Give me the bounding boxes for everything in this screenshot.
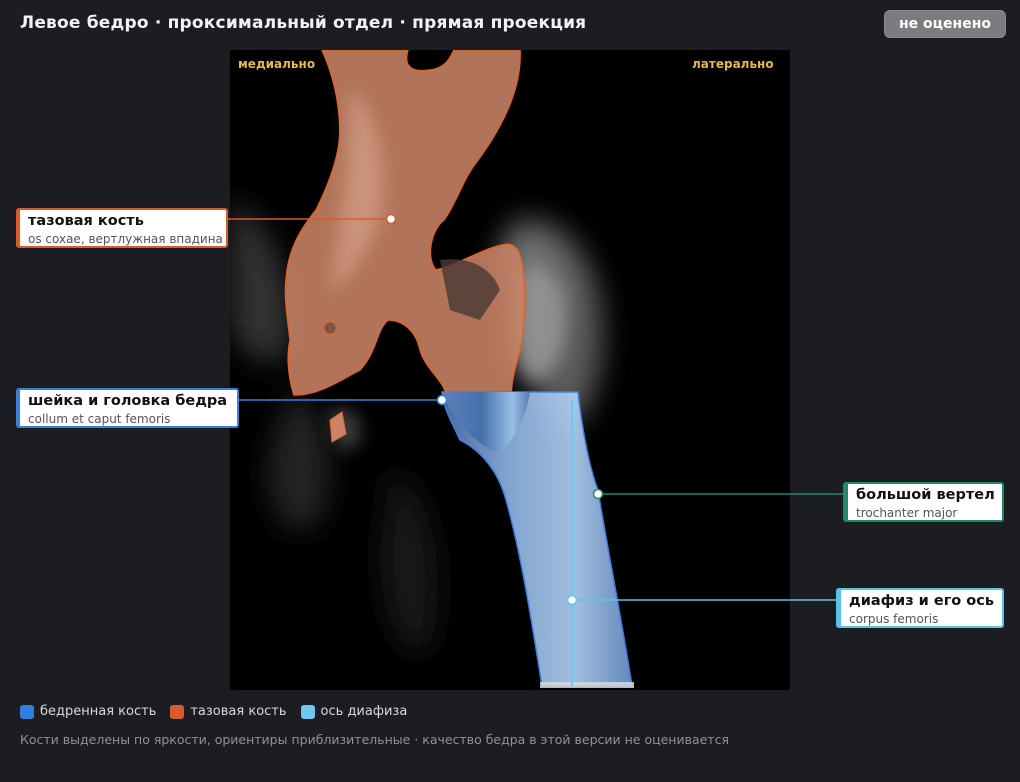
trochanter-landmark-point xyxy=(592,488,604,500)
callout-pelvis[interactable]: тазовая кость os coxae, вертлужная впади… xyxy=(16,208,228,248)
callout-neck-latin: collum et caput femoris xyxy=(28,412,171,426)
legend: бедренная кость тазовая кость ось диафиз… xyxy=(20,704,421,719)
callout-shaft-name: диафиз и его ось xyxy=(849,593,995,609)
legend-label-shaft-axis: ось диафиза xyxy=(320,704,408,719)
footnote: Кости выделены по яркости, ориентиры при… xyxy=(20,732,729,747)
legend-swatch-shaft-axis xyxy=(300,704,315,719)
callout-shaft-latin: corpus femoris xyxy=(849,612,939,626)
legend-item-femur: бедренная кость xyxy=(20,704,156,719)
callout-neck[interactable]: шейка и головка бедра collum et caput fe… xyxy=(16,388,239,428)
legend-label-femur: бедренная кость xyxy=(40,704,157,719)
legend-item-shaft-axis: ось диафиза xyxy=(300,704,408,719)
callout-trochanter-latin: trochanter major xyxy=(856,506,958,520)
callout-pelvis-name: тазовая кость xyxy=(28,213,144,229)
callout-neck-name: шейка и головка бедра xyxy=(28,393,228,409)
legend-swatch-pelvis xyxy=(170,704,185,719)
callout-shaft[interactable]: диафиз и его ось corpus femoris xyxy=(836,588,1004,628)
legend-swatch-femur xyxy=(20,704,34,719)
callout-trochanter-name: большой вертел xyxy=(856,487,995,503)
neck-landmark-point xyxy=(436,394,448,406)
legend-label-pelvis: тазовая кость xyxy=(190,704,287,719)
pelvis-landmark-point xyxy=(385,213,397,225)
legend-item-pelvis: тазовая кость xyxy=(170,704,287,719)
callout-pelvis-latin: os coxae, вертлужная впадина xyxy=(28,232,223,246)
shaft-landmark-point xyxy=(566,594,578,606)
callout-trochanter[interactable]: большой вертел trochanter major xyxy=(843,482,1004,522)
